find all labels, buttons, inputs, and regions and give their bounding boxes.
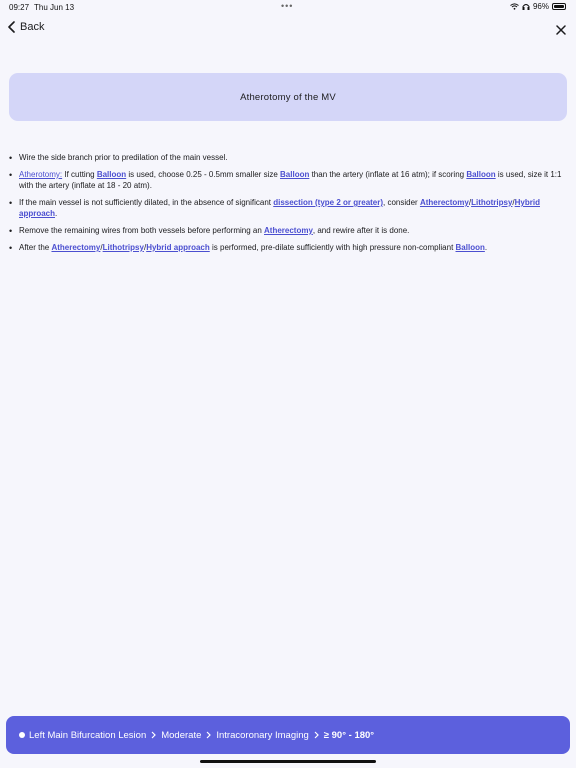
list-item-text: , and rewire after it is done.: [312, 226, 410, 235]
list-item-text: Wire the side branch prior to predilatio…: [19, 153, 228, 162]
list-item: If the main vessel is not sufficiently d…: [9, 197, 567, 219]
hybrid-approach-link[interactable]: Hybrid approach: [146, 243, 210, 252]
page-title: Atherotomy of the MV: [240, 91, 336, 103]
chevron-right-icon: [206, 731, 212, 739]
back-button[interactable]: Back: [8, 21, 44, 33]
list-item-text: .: [55, 209, 58, 218]
current-indicator-icon: [19, 732, 25, 738]
list-item-text: , consider: [383, 198, 420, 207]
list-item: Remove the remaining wires from both ves…: [9, 225, 567, 237]
title-card: Atherotomy of the MV: [9, 73, 567, 121]
headphones-icon: [522, 4, 530, 10]
lithotripsy-link[interactable]: Lithotripsy: [471, 198, 512, 207]
atherectomy-link[interactable]: Atherectomy: [420, 198, 469, 207]
breadcrumb-item-moderate[interactable]: Moderate: [161, 730, 201, 741]
list-item-text: If cutting: [62, 170, 97, 179]
close-icon: [556, 25, 566, 35]
list-item: Atherotomy: If cutting Balloon is used, …: [9, 169, 567, 191]
multitasking-dots-icon[interactable]: •••: [281, 1, 293, 11]
breadcrumb-item-left-main-bifurcation[interactable]: Left Main Bifurcation Lesion: [29, 730, 146, 741]
balloon-link[interactable]: Balloon: [280, 170, 309, 179]
list-item-text: Remove the remaining wires from both ves…: [19, 226, 264, 235]
list-item-text: than the artery (inflate at 16 atm); if …: [309, 170, 467, 179]
battery-icon: [552, 3, 566, 10]
breadcrumb: Left Main Bifurcation Lesion Moderate In…: [6, 716, 570, 754]
wifi-icon: [510, 3, 519, 10]
battery-percent: 96%: [532, 2, 549, 11]
list-item: After the Atherectomy/Lithotripsy/Hybrid…: [9, 242, 567, 254]
list-item-text: After the: [19, 243, 52, 252]
atherectomy-link[interactable]: Atherectomy: [51, 243, 100, 252]
breadcrumb-item-angle[interactable]: ≥ 90° - 180°: [324, 730, 374, 741]
status-time: 09:27: [9, 3, 30, 12]
balloon-link[interactable]: Balloon: [466, 170, 495, 179]
chevron-right-icon: [314, 731, 319, 739]
breadcrumb-item-intracoronary-imaging[interactable]: Intracoronary Imaging: [216, 730, 308, 741]
instructions-content: Wire the side branch prior to predilatio…: [9, 152, 567, 259]
atherotomy-link[interactable]: Atherotomy:: [19, 170, 62, 179]
list-item-text: .: [484, 243, 488, 252]
status-indicators: 96%: [510, 2, 566, 11]
status-date: Thu Jun 13: [34, 3, 75, 12]
status-bar: 09:27 Thu Jun 13 ••• 96%: [0, 0, 576, 14]
list-item-text: If the main vessel is not sufficiently d…: [19, 198, 274, 207]
list-item-text: is used, choose 0.25 - 0.5mm smaller siz…: [126, 170, 281, 179]
lithotripsy-link[interactable]: Lithotripsy: [103, 243, 144, 252]
back-label: Back: [20, 21, 45, 33]
instructions-list: Wire the side branch prior to predilatio…: [9, 152, 567, 254]
balloon-link[interactable]: Balloon: [97, 170, 126, 179]
list-item-text: is performed, pre-dilate sufficiently wi…: [209, 243, 456, 252]
atherectomy-link[interactable]: Atherectomy: [264, 226, 313, 235]
close-button[interactable]: [556, 22, 566, 40]
navigation-bar: Back: [0, 18, 576, 42]
balloon-link[interactable]: Balloon: [456, 243, 485, 252]
home-indicator[interactable]: [200, 760, 376, 763]
dissection-link[interactable]: dissection (type 2 or greater): [273, 198, 383, 207]
chevron-right-icon: [151, 731, 157, 739]
list-item: Wire the side branch prior to predilatio…: [9, 152, 567, 164]
chevron-left-icon: [8, 21, 15, 33]
